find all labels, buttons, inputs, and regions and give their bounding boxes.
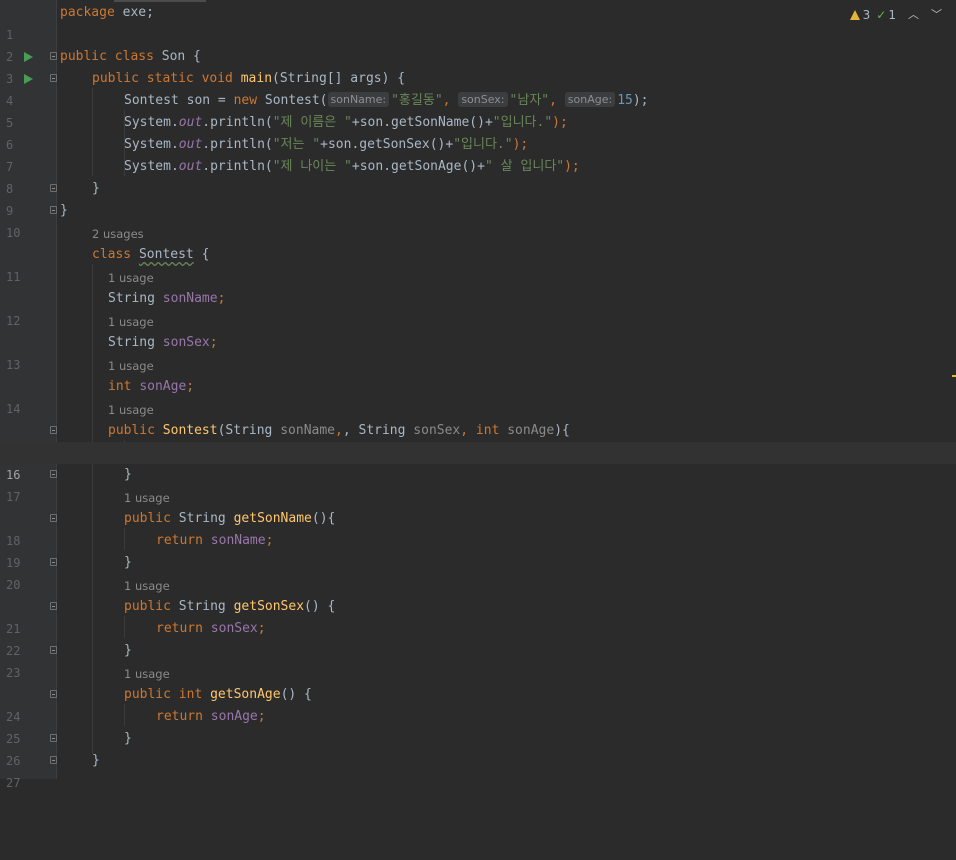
fold-icon[interactable] <box>50 756 57 764</box>
code-line-11[interactable]: 11 class Sontest { <box>0 244 956 284</box>
usages-hint[interactable]: 1 usage <box>108 354 154 376</box>
line-number: 12 <box>6 314 21 328</box>
code-line-23[interactable]: 23 } <box>0 640 956 680</box>
code-text: } <box>60 203 68 218</box>
code-line-14[interactable]: 14 int sonAge; <box>0 376 956 416</box>
usages-hint[interactable]: 2 usages <box>92 222 144 244</box>
code-text: } <box>124 643 132 658</box>
fold-icon[interactable] <box>50 426 57 434</box>
line-number: 23 <box>6 666 21 680</box>
code-text: return sonAge; <box>156 709 266 724</box>
fold-icon[interactable] <box>50 470 57 478</box>
fold-icon[interactable] <box>50 690 57 698</box>
code-line-27[interactable]: 27 } <box>0 750 956 790</box>
run-class-icon[interactable] <box>24 52 33 62</box>
code-text: public Sontest(String sonName,, String s… <box>108 423 570 438</box>
usages-hint[interactable]: 1 usage <box>124 574 170 596</box>
code-line-19[interactable]: 19 return sonName; <box>0 530 956 570</box>
code-line-21[interactable]: 21 public String getSonSex() { <box>0 596 956 636</box>
line-number: 14 <box>6 402 21 416</box>
code-line-18[interactable]: 18 public String getSonName(){ <box>0 508 956 548</box>
code-line-7[interactable]: 7 System.out.println("저는 "+son.getSonSex… <box>0 134 956 174</box>
fold-icon[interactable] <box>50 514 57 522</box>
code-line-4[interactable]: 4 public static void main(String[] args)… <box>0 68 956 108</box>
code-text: } <box>124 555 132 570</box>
code-line-5[interactable]: 5 Sontest son = new Sontest(sonName: "홍길동… <box>0 90 956 130</box>
fold-icon[interactable] <box>50 184 57 192</box>
code-line-3[interactable]: 3 public class Son { <box>0 46 956 86</box>
run-main-icon[interactable] <box>24 74 33 84</box>
param-hint: sonName: <box>327 92 390 107</box>
code-line-16-current[interactable]: 16 <box>0 442 956 482</box>
code-line-26[interactable]: 26 } <box>0 728 956 768</box>
code-line-1[interactable]: 1 package exe; <box>0 2 956 42</box>
code-text: System.out.println("저는 "+son.getSonSex()… <box>124 137 529 152</box>
line-number: 27 <box>6 776 21 790</box>
line-number: 20 <box>6 578 21 592</box>
code-line-2[interactable]: 2 <box>0 24 956 64</box>
code-text: } <box>92 753 100 768</box>
line-number: 10 <box>6 226 21 240</box>
code-text: public String getSonName(){ <box>124 511 336 526</box>
code-line-8[interactable]: 8 System.out.println("제 나이는 "+son.getSon… <box>0 156 956 196</box>
code-text: String sonName; <box>108 291 226 306</box>
code-line-22[interactable]: 22 return sonSex; <box>0 618 956 658</box>
code-text: System.out.println("제 이름은 "+son.getSonNa… <box>124 115 568 130</box>
line-number: 13 <box>6 358 21 372</box>
code-text: String sonSex; <box>108 335 218 350</box>
usages-hint[interactable]: 1 usage <box>124 486 170 508</box>
code-line-12[interactable]: 12 String sonName; <box>0 288 956 328</box>
code-text: int sonAge; <box>108 379 195 394</box>
code-line-10[interactable]: 10 } <box>0 200 956 240</box>
fold-icon[interactable] <box>50 558 57 566</box>
code-text: public class Son { <box>60 49 201 64</box>
usages-hint[interactable]: 1 usage <box>124 662 170 684</box>
usages-hint[interactable]: 1 usage <box>108 310 154 332</box>
code-line-13[interactable]: 13 String sonSex; <box>0 332 956 372</box>
fold-icon[interactable] <box>50 646 57 654</box>
code-text: return sonSex; <box>156 621 266 636</box>
code-text: public int getSonAge() { <box>124 687 312 702</box>
code-text: package exe; <box>60 5 154 20</box>
code-text: class Sontest { <box>92 247 210 262</box>
fold-icon[interactable] <box>50 734 57 742</box>
fold-icon[interactable] <box>50 206 57 214</box>
code-line-6[interactable]: 6 System.out.println("제 이름은 "+son.getSon… <box>0 112 956 152</box>
code-text: Sontest son = new Sontest(sonName: "홍길동",… <box>124 92 649 108</box>
code-line-25[interactable]: 25 return sonAge; <box>0 706 956 746</box>
usages-hint[interactable]: 1 usage <box>108 266 154 288</box>
code-line-9[interactable]: 9 } <box>0 178 956 218</box>
fold-icon[interactable] <box>50 52 57 60</box>
code-text: System.out.println("제 나이는 "+son.getSonAg… <box>124 159 580 174</box>
code-text: } <box>124 731 132 746</box>
code-text: public static void main(String[] args) { <box>92 71 406 86</box>
line-number: 17 <box>6 490 21 504</box>
code-line-24[interactable]: 24 public int getSonAge() { <box>0 684 956 724</box>
code-line-15[interactable]: 15 public Sontest(String sonName,, Strin… <box>0 420 956 460</box>
code-line-17[interactable]: 17 } <box>0 464 956 504</box>
line-number: 11 <box>6 270 21 284</box>
fold-icon[interactable] <box>50 602 57 610</box>
fold-icon[interactable] <box>50 74 57 82</box>
code-text: } <box>92 181 100 196</box>
code-text: return sonName; <box>156 533 274 548</box>
code-editor[interactable]: 3 ✓ 1 ︿ ﹀ 1 package exe; 2 3 public class So… <box>0 0 956 790</box>
param-hint: sonAge: <box>564 92 616 107</box>
code-text: public String getSonSex() { <box>124 599 336 614</box>
code-line-20[interactable]: 20 } <box>0 552 956 592</box>
usages-hint[interactable]: 1 usage <box>108 398 154 420</box>
code-text: } <box>124 467 132 482</box>
param-hint: sonSex: <box>458 92 508 107</box>
